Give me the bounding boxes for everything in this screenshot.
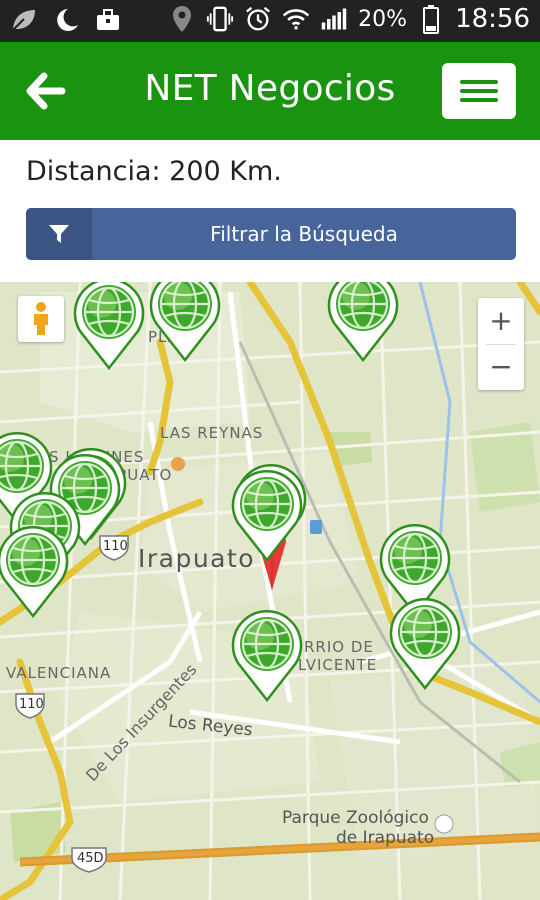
globe-pin-icon[interactable] — [0, 524, 72, 619]
map-label-barrio-2: LVICENTE — [298, 656, 378, 674]
globe-pin-icon[interactable] — [324, 282, 402, 363]
filter-button[interactable]: Filtrar la Búsqueda — [26, 208, 516, 260]
menu-button[interactable] — [442, 63, 516, 119]
status-bar: 20% 18:56 — [0, 0, 540, 42]
zoom-control: + − — [478, 298, 524, 390]
filter-label: Filtrar la Búsqueda — [210, 222, 398, 246]
route-110-b: 110 — [19, 697, 44, 712]
hamburger-line — [460, 89, 498, 93]
signal-icon — [320, 5, 348, 33]
vibrate-icon — [206, 5, 234, 33]
globe-pin-icon[interactable] — [70, 282, 148, 371]
map-view[interactable]: PLA LAS REYNAS NOS JARDINES APUATO Irapu… — [0, 282, 540, 900]
filter-icon — [26, 208, 92, 260]
hamburger-icon — [460, 80, 498, 84]
map-label-parque-2: de Irapuato — [336, 828, 435, 848]
leaf-icon — [10, 6, 38, 34]
street-view-pegman-icon[interactable] — [18, 296, 64, 342]
location-icon — [168, 5, 196, 33]
hamburger-line — [460, 98, 498, 102]
zoom-out-button[interactable]: − — [478, 344, 524, 390]
wifi-icon — [282, 5, 310, 33]
moon-icon — [52, 6, 80, 34]
map-label-barrio-1: RRIO DE — [304, 638, 374, 656]
app-bar: NET Negocios — [0, 42, 540, 140]
globe-pin-icon[interactable] — [146, 282, 224, 363]
battery-percent: 20% — [358, 6, 408, 32]
map-label-valenciana: VALENCIANA — [6, 664, 112, 682]
map-label-las-reynas: LAS REYNAS — [160, 424, 264, 442]
distance-label: Distancia: 200 Km. — [26, 156, 282, 187]
clock: 18:56 — [455, 4, 530, 34]
globe-pin-icon[interactable] — [386, 596, 464, 691]
zoom-in-button[interactable]: + — [478, 298, 524, 344]
battery-icon — [417, 5, 445, 34]
globe-pin-icon[interactable] — [228, 608, 306, 703]
route-45d: 45D — [77, 851, 104, 866]
map-label-parque-1: Parque Zoológico — [282, 808, 429, 828]
globe-pin-icon[interactable] — [228, 468, 306, 563]
briefcase-icon — [94, 6, 122, 34]
alarm-icon — [244, 5, 272, 33]
